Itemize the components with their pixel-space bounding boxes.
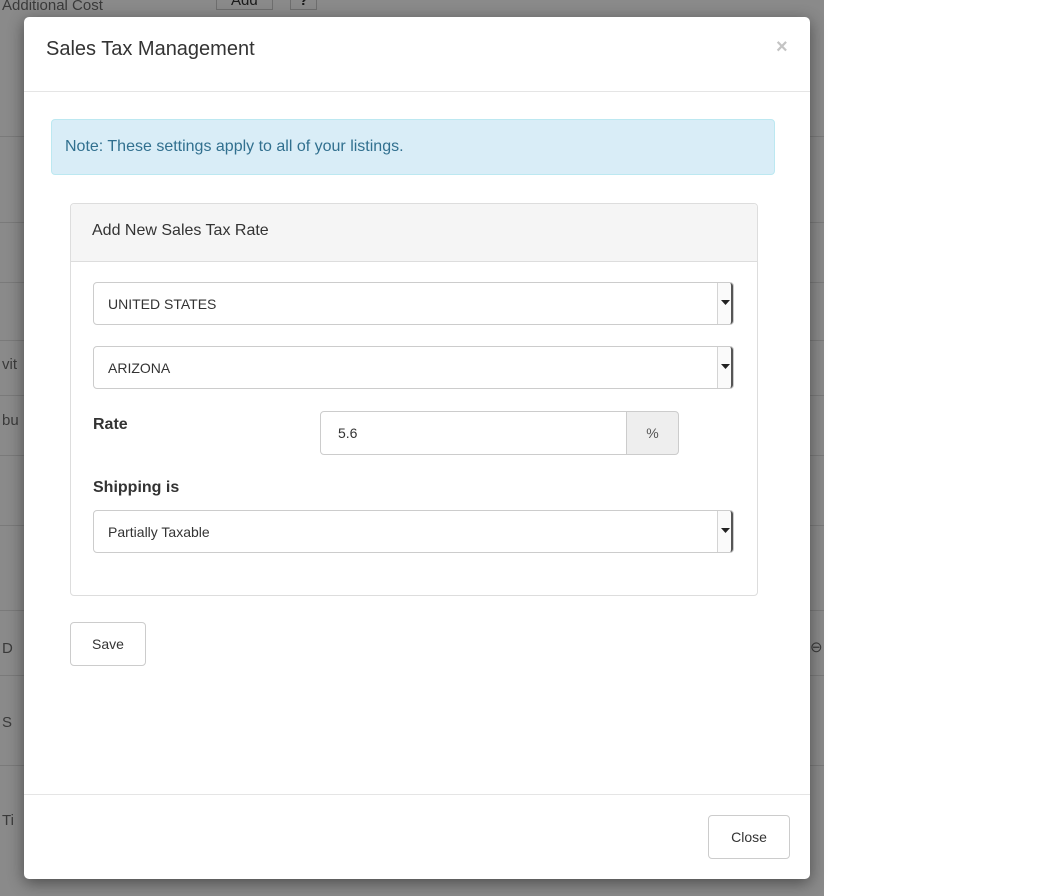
chevron-down-icon xyxy=(717,511,733,552)
shipping-label: Shipping is xyxy=(93,479,180,496)
panel-title: Add New Sales Tax Rate xyxy=(92,222,269,239)
shipping-taxable-select[interactable]: Partially Taxable xyxy=(93,510,734,553)
info-note: Note: These settings apply to all of you… xyxy=(51,119,775,175)
background-fragment: S xyxy=(2,714,13,731)
shipping-select-value: Partially Taxable xyxy=(108,524,210,540)
background-label-additional-cost: Additional Cost xyxy=(2,0,103,14)
modal-title: Sales Tax Management xyxy=(46,38,255,60)
country-select[interactable]: UNITED STATES xyxy=(93,282,734,325)
panel-heading: Add New Sales Tax Rate xyxy=(71,204,757,262)
rate-input-group: % xyxy=(320,411,679,455)
chevron-down-icon xyxy=(717,283,733,324)
percent-addon: % xyxy=(626,411,679,455)
country-select-value: UNITED STATES xyxy=(108,296,217,312)
background-help-button: ? xyxy=(290,0,318,10)
background-fragment: Ti xyxy=(2,812,14,829)
background-add-button: Add xyxy=(216,0,273,10)
rate-label: Rate xyxy=(93,416,128,433)
add-tax-rate-panel: Add New Sales Tax Rate UNITED STATES ARI… xyxy=(70,203,758,596)
close-icon[interactable]: × xyxy=(776,35,788,59)
modal-footer: Close xyxy=(24,794,810,880)
state-select-value: ARIZONA xyxy=(108,360,171,376)
modal-header: Sales Tax Management × xyxy=(24,17,810,92)
rate-input[interactable] xyxy=(320,411,627,455)
background-fragment: vit xyxy=(2,356,17,373)
background-remove-icon: ⊖ xyxy=(810,639,823,656)
sales-tax-modal: Sales Tax Management × Note: These setti… xyxy=(24,17,810,879)
state-select[interactable]: ARIZONA xyxy=(93,346,734,389)
save-button[interactable]: Save xyxy=(70,622,146,666)
chevron-down-icon xyxy=(717,347,733,388)
background-fragment: bu xyxy=(2,412,19,429)
close-button[interactable]: Close xyxy=(708,815,790,859)
background-fragment: D xyxy=(2,640,13,657)
